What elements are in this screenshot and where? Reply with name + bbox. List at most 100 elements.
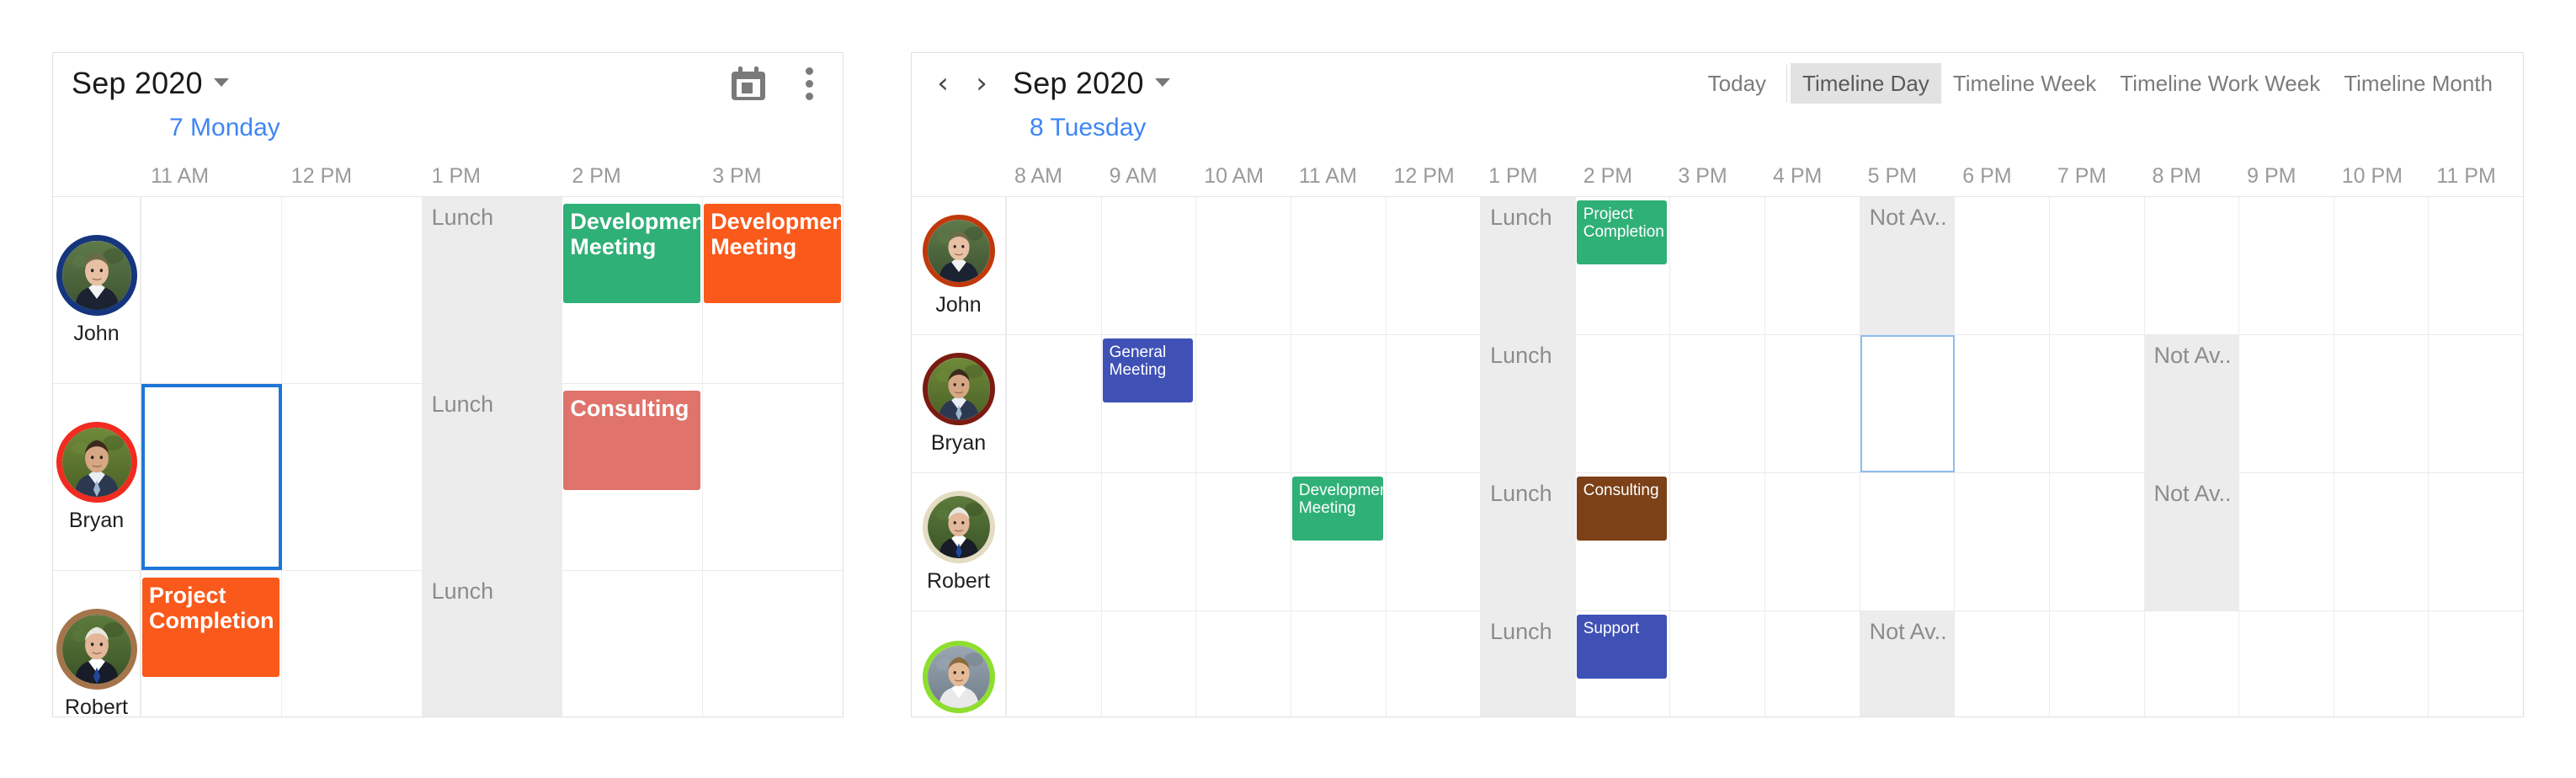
left-time-tick: 3 PM [712, 164, 762, 188]
resource-header-john[interactable]: John [912, 197, 1006, 334]
lunch-block[interactable]: Lunch [422, 571, 563, 717]
not-available-block[interactable]: Not Av.. [2144, 335, 2240, 472]
next-date-button[interactable]: › [962, 69, 1001, 98]
view-button-timeline-month[interactable]: Timeline Month [2332, 63, 2504, 104]
grid-column-line [1100, 197, 1102, 334]
left-day-label[interactable]: 7 Monday [169, 114, 280, 142]
right-time-tick: 9 PM [2247, 164, 2297, 188]
lunch-label: Lunch [1490, 619, 1552, 644]
left-grid-body: John Lunch Development Meeting Development … [53, 197, 843, 717]
resource-header-bryan[interactable]: Bryan [53, 384, 141, 570]
resource-lane[interactable]: Lunch Not Av.. Support [1006, 611, 2523, 717]
grid-column-line [1669, 473, 1671, 610]
right-time-tick: 3 PM [1678, 164, 1727, 188]
resource-lane[interactable]: Lunch Consulting [141, 384, 843, 570]
selected-cell[interactable] [1860, 335, 1956, 472]
view-switcher: Today Timeline Day Timeline Week Timeline W… [1696, 63, 2504, 104]
not-available-block[interactable]: Not Av.. [1860, 197, 1956, 334]
not-available-block[interactable]: Not Av.. [2144, 473, 2240, 610]
grid-column-line [1195, 473, 1197, 610]
right-time-header: 8 AM 9 AM 10 AM 11 AM 12 PM 1 PM 2 PM 3 PM 4 PM 5… [912, 157, 2523, 197]
grid-column-line [2428, 473, 2430, 610]
left-day-header: 7 Monday [53, 114, 843, 157]
view-button-timeline-day[interactable]: Timeline Day [1791, 63, 1941, 104]
avatar [922, 490, 995, 563]
resource-name: John [73, 321, 120, 345]
grid-column-line [2143, 611, 2145, 717]
grid-column-line [1764, 197, 1765, 334]
resource-name: Robert [64, 695, 129, 717]
right-time-tick: 10 PM [2341, 164, 2403, 188]
resource-header-john[interactable]: John [53, 197, 141, 383]
selected-cell[interactable] [141, 384, 282, 570]
grid-column-line [2048, 611, 2050, 717]
grid-column-line [1195, 611, 1197, 717]
resource-header-robert[interactable]: Robert [53, 571, 141, 717]
lunch-label: Lunch [1490, 481, 1552, 506]
appointment[interactable]: Development Meeting [704, 204, 841, 303]
grid-column-line [1669, 335, 1671, 472]
avatar [922, 352, 995, 425]
resource-lane[interactable]: Lunch Not Av.. General Meeting [1006, 335, 2523, 472]
appointment[interactable]: Project Completion [142, 578, 279, 677]
right-time-tick: 5 PM [1867, 164, 1917, 188]
left-date-title[interactable]: Sep 2020 [72, 66, 229, 101]
grid-column-line [1100, 335, 1102, 472]
lunch-block[interactable]: Lunch [422, 384, 563, 570]
grid-column-line [2428, 611, 2430, 717]
right-time-tick: 1 PM [1488, 164, 1538, 188]
avatar [56, 608, 137, 690]
today-button[interactable]: Today [1696, 63, 1778, 104]
resource-row: Bryan Lunch Not Av.. General Meeting [912, 335, 2523, 473]
resource-lane[interactable]: Lunch Not Av.. Project Completion [1006, 197, 2523, 334]
lunch-block[interactable]: Lunch [1481, 473, 1576, 610]
right-time-tick: 2 PM [1583, 164, 1633, 188]
grid-column-line [702, 384, 704, 570]
grid-column-line [2428, 335, 2430, 472]
appointment[interactable]: Development Meeting [563, 204, 701, 303]
left-toolbar: Sep 2020 [53, 53, 843, 114]
resource-lane[interactable]: Lunch Development Meeting Development Meet… [141, 197, 843, 383]
right-date-title[interactable]: Sep 2020 [1013, 66, 1170, 101]
scheduler-comparison-stage: Sep 2020 7 Monday 11 AM 12 PM 1 PM 2 PM 3 PM… [0, 0, 2576, 778]
resource-header-robert[interactable]: Robert [912, 473, 1006, 610]
grid-column-line [1669, 197, 1671, 334]
right-date-title-text: Sep 2020 [1013, 66, 1144, 100]
previous-date-button[interactable]: ‹ [923, 69, 962, 98]
resource-name: John [935, 292, 982, 317]
not-available-block[interactable]: Not Av.. [1860, 611, 1956, 717]
lunch-block[interactable]: Lunch [1481, 197, 1576, 334]
appointment[interactable]: General Meeting [1102, 338, 1194, 402]
lunch-label: Lunch [431, 205, 494, 230]
avatar [922, 214, 995, 287]
lunch-block[interactable]: Lunch [1481, 611, 1576, 717]
appointment[interactable]: Project Completion [1576, 200, 1668, 264]
grid-column-line [280, 571, 282, 717]
resource-header-bryan[interactable]: Bryan [912, 335, 1006, 472]
grid-column-line [1006, 611, 1007, 717]
resource-lane[interactable]: Lunch Not Av.. Development Meeting Consulti… [1006, 473, 2523, 610]
right-time-tick: 8 AM [1014, 164, 1062, 188]
appointment[interactable]: Development Meeting [1291, 477, 1383, 541]
right-time-tick: 10 AM [1204, 164, 1264, 188]
day-view-scheduler: Sep 2020 7 Monday 11 AM 12 PM 1 PM 2 PM 3 PM… [52, 52, 844, 717]
resource-name: Bryan [68, 508, 125, 532]
calendar-icon-button[interactable] [732, 67, 765, 100]
lunch-block[interactable]: Lunch [1481, 335, 1576, 472]
lunch-block[interactable]: Lunch [422, 197, 563, 383]
right-day-label[interactable]: 8 Tuesday [1030, 114, 1146, 142]
view-button-timeline-work-week[interactable]: Timeline Work Week [2108, 63, 2332, 104]
resource-header-unnamed[interactable] [912, 611, 1006, 717]
grid-column-line [1006, 197, 1007, 334]
appointment[interactable]: Support [1576, 615, 1668, 679]
appointment[interactable]: Consulting [1576, 477, 1668, 541]
appointment[interactable]: Consulting [563, 391, 701, 490]
grid-column-line [2048, 335, 2050, 472]
view-button-timeline-week[interactable]: Timeline Week [1941, 63, 2109, 104]
resource-lane[interactable]: Lunch Project Completion [141, 571, 843, 717]
resource-row: John Lunch Not Av.. Project Completion [912, 197, 2523, 335]
kebab-menu-button[interactable] [794, 67, 824, 100]
not-available-label: Not Av.. [1869, 205, 1947, 230]
grid-column-line [1954, 473, 1956, 610]
left-time-tick: 2 PM [572, 164, 621, 188]
